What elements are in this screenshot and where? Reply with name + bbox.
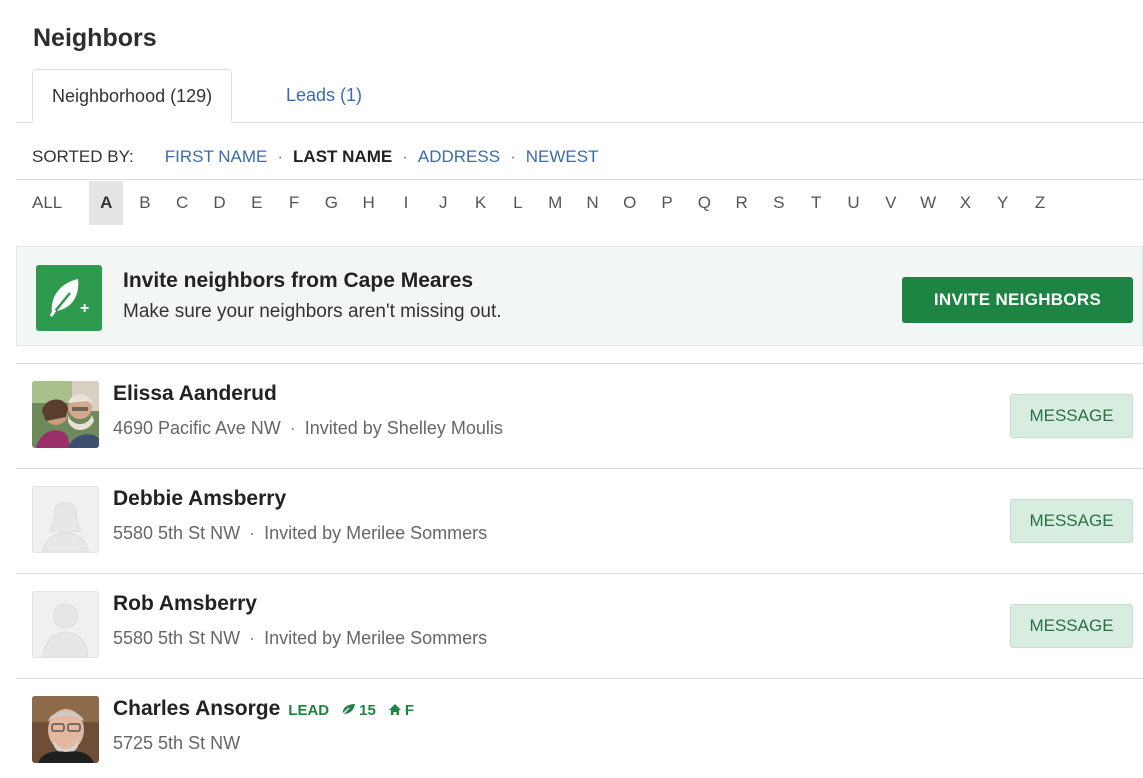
alpha-letter-v[interactable]: V xyxy=(872,193,909,213)
page-title: Neighbors xyxy=(33,24,157,52)
svg-text:+: + xyxy=(80,300,89,317)
neighbor-invited-by: Invited by Shelley Moulis xyxy=(304,418,503,438)
sort-separator: · xyxy=(510,146,516,166)
alpha-letter-c[interactable]: C xyxy=(164,193,201,213)
separator: · xyxy=(289,418,296,438)
alpha-letter-x[interactable]: X xyxy=(947,193,984,213)
sort-separator: · xyxy=(277,146,284,166)
message-button[interactable]: MESSAGE xyxy=(1010,499,1133,543)
sort-first-name[interactable]: FIRST NAME xyxy=(165,147,268,167)
alpha-letter-g[interactable]: G xyxy=(313,193,350,213)
neighbor-invited-by: Invited by Merilee Sommers xyxy=(264,628,488,648)
sort-label: SORTED BY: xyxy=(32,146,134,166)
alpha-letter-f[interactable]: F xyxy=(275,193,312,213)
neighbor-details: 5725 5th St NW xyxy=(113,733,240,754)
neighbor-address: 4690 Pacific Ave NW xyxy=(113,418,281,438)
neighbor-name[interactable]: Debbie Amsberry xyxy=(113,487,286,511)
avatar-placeholder[interactable] xyxy=(32,486,99,553)
alpha-letter-e[interactable]: E xyxy=(238,193,275,213)
alpha-letter-w[interactable]: W xyxy=(909,193,946,213)
neighbor-details: 5580 5th St NW · Invited by Merilee Sommer… xyxy=(113,523,487,544)
alpha-letter-l[interactable]: L xyxy=(499,193,536,213)
list-item: Debbie Amsberry 5580 5th St NW · Invited b… xyxy=(16,468,1143,572)
sort-last-name[interactable]: LAST NAME xyxy=(293,147,392,167)
alpha-letter-p[interactable]: P xyxy=(648,193,685,213)
home-icon xyxy=(388,703,402,720)
leaf-count: 15 xyxy=(341,702,376,719)
list-item: Charles Ansorge LEAD 15 F 5725 5th St NW xyxy=(16,678,1143,778)
sort-newest[interactable]: NEWEST xyxy=(526,147,599,167)
lead-badge: LEAD xyxy=(288,702,330,719)
neighbor-invited-by: Invited by Merilee Sommers xyxy=(264,523,488,543)
leaf-plus-icon: + xyxy=(36,265,102,331)
sort-bar: SORTED BY: FIRST NAME · LAST NAME · ADDR… xyxy=(16,134,1143,180)
sort-separator: · xyxy=(402,146,408,166)
alphabet-filter: ALL ABCDEFGHIJKLMNOPQRSTUVWXYZ xyxy=(16,181,1143,225)
neighbor-address: 5580 5th St NW xyxy=(113,523,241,543)
sort-address[interactable]: ADDRESS xyxy=(418,147,500,167)
alpha-letter-y[interactable]: Y xyxy=(984,193,1021,213)
invite-neighbors-button[interactable]: INVITE NEIGHBORS xyxy=(902,277,1133,323)
alpha-letter-o[interactable]: O xyxy=(611,193,648,213)
alpha-letter-u[interactable]: U xyxy=(835,193,872,213)
alpha-letter-z[interactable]: Z xyxy=(1021,193,1058,213)
message-button[interactable]: MESSAGE xyxy=(1010,394,1133,438)
alpha-letter-k[interactable]: K xyxy=(462,193,499,213)
list-item: Rob Amsberry 5580 5th St NW · Invited by M… xyxy=(16,573,1143,677)
tab-neighborhood[interactable]: Neighborhood (129) xyxy=(32,69,233,123)
tab-leads[interactable]: Leads (1) xyxy=(267,69,381,123)
avatar[interactable] xyxy=(32,381,99,448)
neighbor-details: 5580 5th St NW · Invited by Merilee Sommer… xyxy=(113,628,487,649)
neighbor-name-row: Charles Ansorge LEAD 15 F xyxy=(113,697,414,721)
neighbor-details: 4690 Pacific Ave NW · Invited by Shelley M… xyxy=(113,418,503,439)
leaf-icon xyxy=(341,703,356,720)
separator: · xyxy=(249,628,256,648)
home-label: F xyxy=(404,702,414,719)
leaf-count-value: 15 xyxy=(359,702,376,719)
alpha-letter-m[interactable]: M xyxy=(537,193,574,213)
tab-bar: Neighborhood (129) Leads (1) xyxy=(16,69,1143,123)
neighbor-name[interactable]: Elissa Aanderud xyxy=(113,382,277,406)
neighbor-name[interactable]: Charles Ansorge xyxy=(113,697,280,720)
invite-banner: + Invite neighbors from Cape Meares Make… xyxy=(16,246,1143,346)
alpha-letter-t[interactable]: T xyxy=(798,193,835,213)
list-item: Elissa Aanderud 4690 Pacific Ave NW · Invi… xyxy=(16,363,1143,467)
alpha-letter-b[interactable]: B xyxy=(126,193,163,213)
alpha-letter-d[interactable]: D xyxy=(201,193,238,213)
alpha-letter-r[interactable]: R xyxy=(723,193,760,213)
alpha-letter-a[interactable]: A xyxy=(89,181,124,225)
alpha-letter-n[interactable]: N xyxy=(574,193,611,213)
invite-title: Invite neighbors from Cape Meares xyxy=(123,269,474,292)
separator: · xyxy=(249,523,256,543)
neighbor-name[interactable]: Rob Amsberry xyxy=(113,592,257,616)
alpha-letter-i[interactable]: I xyxy=(387,193,424,213)
avatar-placeholder[interactable] xyxy=(32,591,99,658)
neighbor-address: 5725 5th St NW xyxy=(113,733,241,753)
alpha-letter-s[interactable]: S xyxy=(760,193,797,213)
home-indicator: F xyxy=(388,702,414,719)
message-button[interactable]: MESSAGE xyxy=(1010,604,1133,648)
alpha-all[interactable]: ALL xyxy=(32,193,62,213)
alpha-letter-h[interactable]: H xyxy=(350,193,387,213)
neighbor-address: 5580 5th St NW xyxy=(113,628,241,648)
alpha-letter-j[interactable]: J xyxy=(425,193,462,213)
alpha-letter-q[interactable]: Q xyxy=(686,193,723,213)
avatar[interactable] xyxy=(32,696,99,763)
invite-subtitle: Make sure your neighbors aren't missing … xyxy=(123,301,502,322)
